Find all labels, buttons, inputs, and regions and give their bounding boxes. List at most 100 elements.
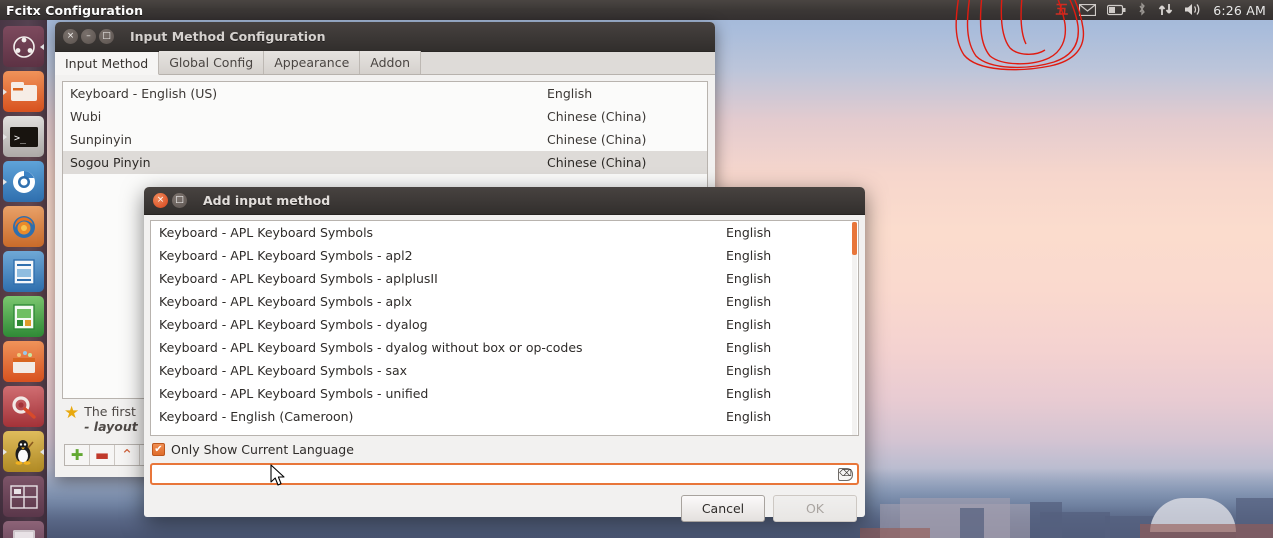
list-item-language: English bbox=[726, 248, 772, 263]
mouse-cursor bbox=[270, 464, 285, 486]
list-item-name: Keyboard - APL Keyboard Symbols - dyalog bbox=[159, 317, 428, 332]
launcher-item-terminal[interactable]: >_ bbox=[3, 116, 44, 157]
list-item-name: Keyboard - APL Keyboard Symbols - unifie… bbox=[159, 386, 429, 401]
list-item[interactable]: Keyboard - APL Keyboard Symbols - dyalog… bbox=[151, 336, 858, 359]
list-item-name: Keyboard - APL Keyboard Symbols - apl2 bbox=[159, 248, 413, 263]
main-window-titlebar[interactable]: × – □ Input Method Configuration bbox=[55, 22, 715, 52]
launcher-pip bbox=[3, 448, 7, 455]
launcher-item-chromium[interactable] bbox=[3, 161, 44, 202]
clear-icon[interactable]: ⌫ bbox=[838, 467, 853, 481]
add-input-method-dialog: × □ Add input method Keyboard - APL Keyb… bbox=[144, 187, 865, 522]
minimize-icon[interactable]: – bbox=[81, 29, 96, 44]
mail-icon[interactable] bbox=[1079, 1, 1097, 20]
list-item-language: English bbox=[726, 294, 772, 309]
list-item[interactable]: Keyboard - APL Keyboard Symbols - apl2 E… bbox=[151, 244, 858, 267]
tab-global-config[interactable]: Global Config bbox=[159, 51, 265, 74]
top-panel: Fcitx Configuration 五 6:26 AM bbox=[0, 0, 1273, 20]
input-method-name: Sogou Pinyin bbox=[70, 155, 151, 170]
only-show-current-language-checkbox[interactable]: ✔ bbox=[152, 443, 165, 456]
dialog-body: Keyboard - APL Keyboard Symbols English … bbox=[144, 215, 865, 528]
launcher-pip bbox=[3, 88, 7, 95]
list-item-language: English bbox=[726, 386, 772, 401]
search-input[interactable] bbox=[157, 465, 838, 483]
bluetooth-icon[interactable] bbox=[1137, 1, 1147, 20]
remove-input-method-button[interactable]: ▬ bbox=[90, 445, 115, 465]
launcher-item-libreoffice-calc[interactable] bbox=[3, 296, 44, 337]
main-window-tabbar: Input Method Global Config Appearance Ad… bbox=[55, 51, 715, 75]
battery-icon[interactable] bbox=[1107, 1, 1126, 20]
table-row[interactable]: Keyboard - English (US) English bbox=[63, 82, 707, 105]
search-field-wrapper[interactable]: ⌫ bbox=[150, 463, 859, 485]
launcher-item-libreoffice-writer[interactable] bbox=[3, 251, 44, 292]
tab-addon[interactable]: Addon bbox=[360, 51, 422, 74]
list-item-language: English bbox=[726, 317, 772, 332]
list-item-name: Keyboard - APL Keyboard Symbols - sax bbox=[159, 363, 408, 378]
list-item-name: Keyboard - APL Keyboard Symbols bbox=[159, 225, 374, 240]
cancel-button[interactable]: Cancel bbox=[681, 495, 765, 522]
list-item[interactable]: Keyboard - APL Keyboard Symbols - aplx E… bbox=[151, 290, 858, 313]
desktop-screen: Fcitx Configuration 五 6:26 AM >_ × – □ I… bbox=[0, 0, 1273, 538]
list-item-language: English bbox=[726, 225, 772, 240]
clock[interactable]: 6:26 AM bbox=[1213, 3, 1266, 18]
list-item[interactable]: Keyboard - APL Keyboard Symbols - aplplu… bbox=[151, 267, 858, 290]
list-item-name: Keyboard - APL Keyboard Symbols - aplx bbox=[159, 294, 412, 309]
table-row[interactable]: Wubi Chinese (China) bbox=[63, 105, 707, 128]
tab-appearance[interactable]: Appearance bbox=[264, 51, 361, 74]
list-item-name: Keyboard - APL Keyboard Symbols - dyalog… bbox=[159, 340, 583, 355]
hint-line-2: - layout bbox=[84, 419, 138, 434]
scrollbar-thumb[interactable] bbox=[852, 222, 857, 255]
launcher-item-software-center[interactable] bbox=[3, 341, 44, 382]
ok-button: OK bbox=[773, 495, 857, 522]
list-item[interactable]: Keyboard - English (Cameroon) English bbox=[151, 405, 858, 428]
launcher-item-ubuntu-dash[interactable] bbox=[3, 26, 44, 67]
input-method-language: Chinese (China) bbox=[547, 155, 647, 170]
input-method-name: Sunpinyin bbox=[70, 132, 132, 147]
dialog-button-row: Cancel OK bbox=[150, 495, 859, 522]
list-item[interactable]: Keyboard - APL Keyboard Symbols - dyalog… bbox=[151, 313, 858, 336]
maximize-icon[interactable]: □ bbox=[172, 193, 187, 208]
input-method-language: Chinese (China) bbox=[547, 109, 647, 124]
available-input-method-list[interactable]: Keyboard - APL Keyboard Symbols English … bbox=[150, 220, 859, 436]
list-item-language: English bbox=[726, 363, 772, 378]
language-indicator-icon[interactable]: 五 bbox=[1055, 4, 1068, 17]
unity-launcher: >_ bbox=[0, 20, 47, 538]
list-item[interactable]: Keyboard - APL Keyboard Symbols - unifie… bbox=[151, 382, 858, 405]
network-icon[interactable] bbox=[1158, 1, 1173, 20]
tab-input-method[interactable]: Input Method bbox=[55, 52, 160, 75]
volume-icon[interactable] bbox=[1184, 1, 1202, 20]
launcher-item-files[interactable] bbox=[3, 71, 44, 112]
only-show-current-language-label: Only Show Current Language bbox=[171, 442, 354, 457]
input-method-language: English bbox=[547, 86, 593, 101]
svg-text:>_: >_ bbox=[14, 133, 27, 144]
list-item-language: English bbox=[726, 271, 772, 286]
table-row[interactable]: Sunpinyin Chinese (China) bbox=[63, 128, 707, 151]
main-window-title: Input Method Configuration bbox=[130, 29, 326, 44]
list-item-language: English bbox=[726, 409, 772, 424]
list-item[interactable]: Keyboard - APL Keyboard Symbols - sax En… bbox=[151, 359, 858, 382]
star-icon: ★ bbox=[64, 403, 80, 423]
launcher-item-system-tools[interactable] bbox=[3, 386, 44, 427]
launcher-item-workspace-switcher[interactable] bbox=[3, 476, 44, 517]
table-row-selected[interactable]: Sogou Pinyin Chinese (China) bbox=[63, 151, 707, 174]
maximize-icon[interactable]: □ bbox=[99, 29, 114, 44]
launcher-item-firefox[interactable] bbox=[3, 206, 44, 247]
launcher-item-linux-tux-app[interactable] bbox=[3, 431, 44, 472]
close-icon[interactable]: × bbox=[63, 29, 78, 44]
add-input-method-button[interactable]: ✚ bbox=[65, 445, 90, 465]
launcher-pip bbox=[40, 43, 44, 50]
panel-app-title[interactable]: Fcitx Configuration bbox=[6, 3, 143, 18]
list-item-language: English bbox=[726, 340, 772, 355]
launcher-pip bbox=[3, 178, 7, 185]
only-show-current-language-row[interactable]: ✔ Only Show Current Language bbox=[150, 442, 859, 457]
input-method-name: Wubi bbox=[70, 109, 102, 124]
list-item[interactable]: Keyboard - APL Keyboard Symbols English bbox=[151, 221, 858, 244]
scrollbar[interactable] bbox=[852, 222, 857, 435]
launcher-item-trash[interactable] bbox=[3, 521, 44, 538]
close-icon[interactable]: × bbox=[153, 193, 168, 208]
list-item-name: Keyboard - APL Keyboard Symbols - aplplu… bbox=[159, 271, 438, 286]
input-method-name: Keyboard - English (US) bbox=[70, 86, 218, 101]
dialog-title: Add input method bbox=[203, 193, 331, 208]
move-up-button[interactable]: ⌃ bbox=[115, 445, 140, 465]
dialog-titlebar[interactable]: × □ Add input method bbox=[144, 187, 865, 215]
system-tray: 五 6:26 AM bbox=[1055, 1, 1273, 20]
